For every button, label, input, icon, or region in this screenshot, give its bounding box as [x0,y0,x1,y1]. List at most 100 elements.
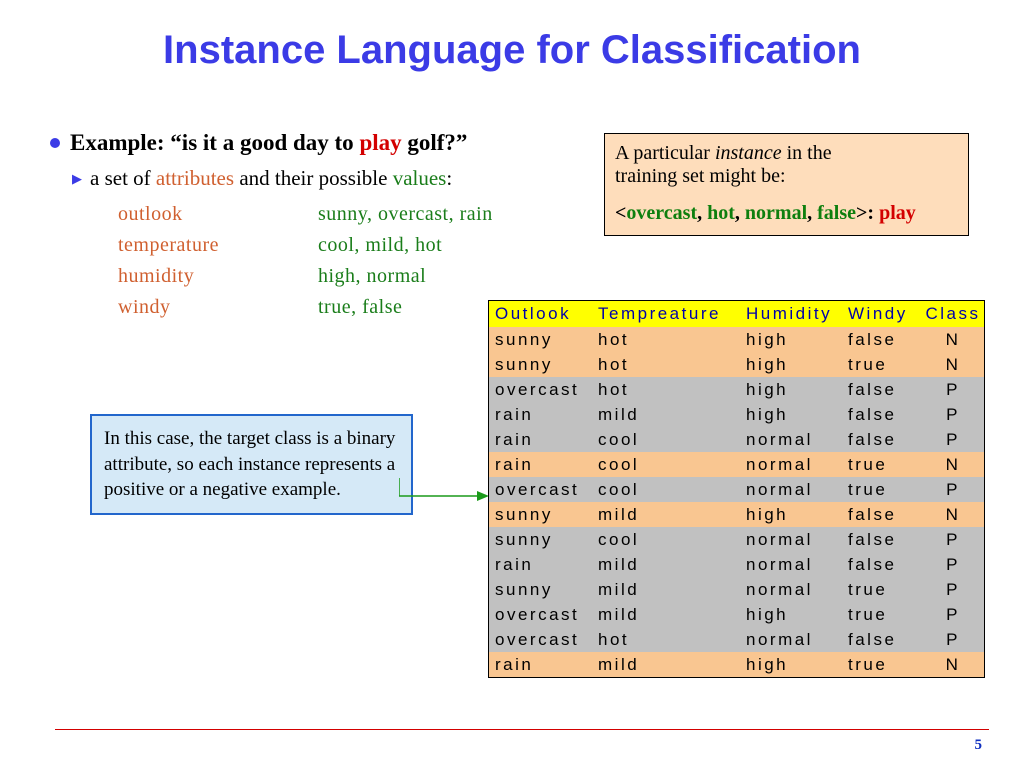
table-row: rainmildhightrueN [489,652,984,677]
table-cell: high [740,505,842,525]
table-cell: hot [592,330,740,350]
subline-p3: : [446,166,452,190]
table-cell: normal [740,530,842,550]
example-play: play [359,130,401,155]
tuple-v3: false [817,202,856,224]
table-cell: N [922,455,984,475]
table-cell: P [922,530,984,550]
table-cell: overcast [489,480,592,500]
table-row: sunnymildnormaltrueP [489,577,984,602]
attr-row: outlooksunny, overcast, rain [118,199,590,230]
table-cell: overcast [489,605,592,625]
slide: Instance Language for Classification Exa… [0,0,1024,768]
tuple-sep: , [697,202,707,224]
table-cell: false [842,555,922,575]
table-row: sunnyhothighfalseN [489,327,984,352]
example-heading: Example: “is it a good day to play golf?… [70,130,590,156]
table-cell: sunny [489,355,592,375]
table-cell: cool [592,530,740,550]
table-row: overcastmildhightrueP [489,602,984,627]
instance-l2: training set might be: [615,165,786,187]
table-cell: rain [489,430,592,450]
table-header: Class [922,304,984,324]
tuple-label: play [879,202,916,224]
table-cell: false [842,630,922,650]
table-cell: true [842,580,922,600]
attr-name: outlook [118,199,318,230]
table-row: rainmildhighfalseP [489,402,984,427]
tuple-open: < [615,202,626,224]
table-cell: true [842,605,922,625]
table-cell: true [842,655,922,675]
table-cell: rain [489,455,592,475]
table-cell: false [842,380,922,400]
table-cell: mild [592,655,740,675]
subline-values: values [393,166,447,190]
tuple-close: >: [856,202,879,224]
table-header: Humidity [740,304,842,324]
table-row: overcastcoolnormaltrueP [489,477,984,502]
table-cell: normal [740,480,842,500]
table-row: overcasthotnormalfalseP [489,627,984,652]
table-row: sunnymildhighfalseN [489,502,984,527]
subline-attributes: attributes [156,166,234,190]
table-row: rainmildnormalfalseP [489,552,984,577]
tuple-sep: , [735,202,745,224]
table-cell: true [842,355,922,375]
table-cell: P [922,555,984,575]
page-number: 5 [975,737,983,754]
table-cell: normal [740,555,842,575]
table-cell: rain [489,405,592,425]
attr-row: humidityhigh, normal [118,261,590,292]
table-row: raincoolnormaltrueN [489,452,984,477]
table-cell: N [922,505,984,525]
table-cell: true [842,480,922,500]
table-row: sunnyhothightrueN [489,352,984,377]
table-cell: P [922,405,984,425]
instance-callout: A particular instance in the training se… [604,133,969,236]
table-cell: N [922,355,984,375]
table-cell: false [842,405,922,425]
table-cell: false [842,530,922,550]
table-header: Outlook [489,304,592,324]
tuple-v0: overcast [626,202,697,224]
tuple-v1: hot [707,202,735,224]
attr-name: temperature [118,230,318,261]
table-cell: N [922,655,984,675]
footer-rule [55,729,989,730]
table-cell: high [740,355,842,375]
attr-vals: true, false [318,296,402,318]
tuple-sep: , [807,202,817,224]
table-cell: rain [489,655,592,675]
table-cell: high [740,655,842,675]
attr-vals: cool, mild, hot [318,234,442,256]
table-header: Windy [842,304,922,324]
table-cell: high [740,405,842,425]
table-cell: P [922,580,984,600]
table-cell: mild [592,405,740,425]
subline-p2: and their possible [234,166,393,190]
table-cell: sunny [489,505,592,525]
table-cell: rain [489,555,592,575]
table-cell: P [922,630,984,650]
table-cell: mild [592,555,740,575]
table-cell: P [922,605,984,625]
instance-l1c: in the [782,142,832,164]
table-cell: normal [740,580,842,600]
table-cell: sunny [489,330,592,350]
example-prefix: Example: “is it a good day to [70,130,359,155]
note-callout: In this case, the target class is a bina… [90,414,413,515]
tuple-v2: normal [745,202,807,224]
table-cell: mild [592,505,740,525]
table-cell: cool [592,430,740,450]
training-table: Outlook Tempreature Humidity Windy Class… [488,300,985,678]
table-cell: P [922,380,984,400]
table-header: Tempreature [592,304,740,324]
table-cell: hot [592,380,740,400]
table-cell: cool [592,455,740,475]
table-cell: high [740,380,842,400]
instance-tuple: <overcast, hot, normal, false>: play [615,202,958,225]
table-cell: normal [740,430,842,450]
table-row: overcasthothighfalseP [489,377,984,402]
table-cell: high [740,330,842,350]
